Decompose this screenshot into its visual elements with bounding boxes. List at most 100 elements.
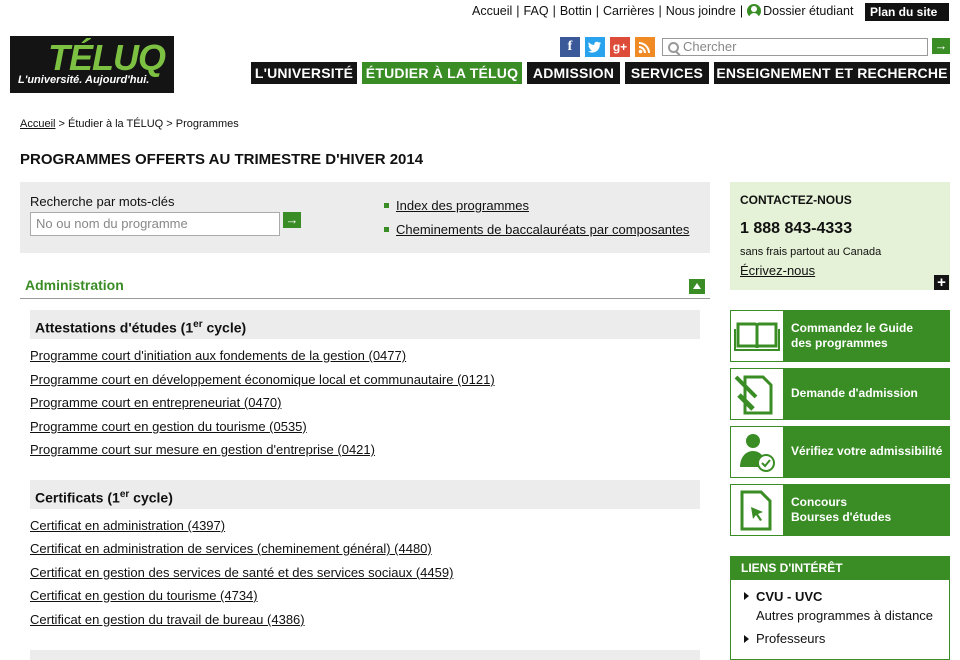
contact-note: sans frais partout au Canada (740, 246, 882, 258)
program-search-input[interactable]: No ou nom du programme (30, 212, 280, 236)
separator: | (552, 4, 556, 18)
group-heading-partial (30, 650, 700, 660)
util-link-accueil[interactable]: Accueil (472, 4, 512, 18)
rss-glyph (638, 42, 650, 54)
google-plus-icon[interactable]: g+ (610, 37, 630, 57)
breadcrumb-etudier[interactable]: Étudier à la TÉLUQ (68, 118, 163, 130)
tile-icon-box (731, 369, 783, 419)
nav-services[interactable]: SERVICES (625, 62, 709, 84)
tile-icon-box (731, 311, 783, 361)
program-search-placeholder: No ou nom du programme (36, 216, 188, 231)
keyword-search-label: Recherche par mots-clés (30, 194, 175, 209)
tile-icon-box (731, 485, 783, 535)
rss-icon[interactable] (635, 37, 655, 57)
logo-name: TÉLUQ (48, 37, 166, 78)
ecrivez-nous-link[interactable]: Écrivez-nous (740, 263, 815, 278)
separator: | (658, 4, 662, 18)
group-title: Certificats (1 (35, 489, 120, 506)
group-heading-attestations: Attestations d'études (1er cycle) (30, 310, 700, 339)
separator: | (739, 4, 744, 18)
user-icon (747, 4, 762, 18)
triangle-right-icon (744, 592, 749, 600)
lien-title[interactable]: Professeurs (756, 631, 825, 646)
bullet-icon (384, 227, 389, 232)
contact-phone[interactable]: 1 888 843-4333 (740, 220, 852, 238)
tile-line1: Concours (791, 495, 848, 509)
program-search-submit-arrow-icon[interactable]: → (283, 212, 301, 228)
nav-etudier-teluq[interactable]: ÉTUDIER À LA TÉLUQ (362, 62, 522, 84)
breadcrumb-current: Programmes (175, 118, 239, 130)
plan-du-site-label: Plan du site (870, 5, 938, 19)
search-submit-arrow-icon[interactable]: → (932, 38, 950, 54)
utility-nav: Accueil | FAQ | Bottin | Carrières | Nous joindr… (472, 4, 853, 18)
facebook-icon[interactable]: f (560, 37, 580, 57)
program-link[interactable]: Certificat en gestion du tourisme (4734) (30, 588, 258, 603)
tile-icon-box (731, 427, 783, 477)
site-search-input[interactable]: Chercher (662, 38, 928, 56)
program-link[interactable]: Certificat en administration de services… (30, 541, 432, 556)
program-link[interactable]: Programme court en gestion du tourisme (… (30, 419, 307, 434)
section-divider (20, 298, 710, 299)
document-cursor-icon (740, 490, 772, 531)
program-link[interactable]: Programme court sur mesure en gestion d'… (30, 442, 375, 457)
program-link[interactable]: Programme court en développement économi… (30, 372, 495, 387)
tile-demande-admission[interactable]: Demande d'admission (730, 368, 950, 420)
contact-heading: CONTACTEZ-NOUS (740, 193, 852, 207)
group-title-sup: er (119, 489, 130, 500)
twitter-icon[interactable] (585, 37, 605, 57)
nav-enseignement-recherche[interactable]: ENSEIGNEMENT ET RECHERCHE (714, 62, 950, 84)
program-link[interactable]: Programme court en entrepreneuriat (0470… (30, 395, 281, 410)
plan-du-site-button[interactable]: Plan du site (865, 3, 949, 32)
bullet-icon (384, 203, 389, 208)
tile-line1: Vérifiez votre admissibilité (791, 444, 943, 458)
tile-line1: Demande d'admission (791, 386, 918, 400)
util-link-carrieres[interactable]: Carrières (603, 4, 654, 18)
group-title: Attestations d'études (1 (35, 319, 194, 336)
tile-line2: Bourses d'études (791, 510, 892, 524)
breadcrumb-accueil[interactable]: Accueil (20, 118, 55, 130)
separator: | (516, 4, 520, 18)
search-icon (668, 42, 679, 53)
breadcrumb: Accueil > Étudier à la TÉLUQ > Programme… (20, 118, 239, 130)
collapse-arrow-icon[interactable] (689, 279, 705, 294)
util-link-bottin[interactable]: Bottin (560, 4, 592, 18)
util-link-faq[interactable]: FAQ (524, 4, 549, 18)
program-link[interactable]: Certificat en administration (4397) (30, 518, 225, 533)
form-pencil-icon (734, 375, 773, 415)
search-placeholder: Chercher (683, 39, 737, 54)
program-link[interactable]: Certificat en gestion du travail de bure… (30, 612, 305, 627)
triangle-right-icon (744, 635, 749, 643)
lien-subtitle[interactable]: Autres programmes à distance (756, 608, 933, 623)
tile-verifiez-admissibilite[interactable]: Vérifiez votre admissibilité (730, 426, 950, 478)
util-link-nous-joindre[interactable]: Nous joindre (666, 4, 736, 18)
program-link[interactable]: Programme court d'initiation aux fondeme… (30, 348, 406, 363)
nav-universite[interactable]: L'UNIVERSITÉ (251, 62, 357, 84)
program-link[interactable]: Certificat en gestion des services de sa… (30, 565, 453, 580)
breadcrumb-separator: > (58, 118, 65, 130)
logo-tagline: L'université. Aujourd'hui. (18, 74, 150, 86)
teluq-logo[interactable]: TÉLUQ L'université. Aujourd'hui. (10, 36, 174, 93)
expand-plus-icon[interactable]: + (934, 275, 949, 290)
nav-admission[interactable]: ADMISSION (527, 62, 620, 84)
book-icon (734, 322, 780, 351)
liens-interet-heading: LIENS D'INTÉRÊT (730, 556, 950, 580)
tile-line1: Commandez le Guide (791, 321, 914, 335)
util-link-dossier-etudiant[interactable]: Dossier étudiant (763, 4, 853, 18)
group-heading-certificats: Certificats (1er cycle) (30, 480, 700, 509)
cheminements-link[interactable]: Cheminements de baccalauréats par compos… (396, 222, 689, 237)
index-programmes-link[interactable]: Index des programmes (396, 198, 529, 213)
tile-concours-bourses[interactable]: Concours Bourses d'études (730, 484, 950, 536)
group-title-end: cycle) (129, 489, 173, 506)
tile-line2: des programmes (791, 336, 888, 350)
user-check-icon (740, 434, 775, 472)
separator: | (595, 4, 600, 18)
lien-title[interactable]: CVU - UVC (756, 589, 822, 604)
tile-guide-programmes[interactable]: Commandez le Guide des programmes (730, 310, 950, 362)
caret-down-icon (874, 27, 882, 32)
group-title-sup: er (193, 319, 203, 330)
page-title: PROGRAMMES OFFERTS AU TRIMESTRE D'HIVER … (20, 151, 424, 168)
twitter-bird-glyph (588, 41, 601, 53)
contact-box: CONTACTEZ-NOUS 1 888 843-4333 sans frais… (730, 182, 950, 290)
section-title-administration[interactable]: Administration (25, 277, 124, 293)
group-title-end: cycle) (202, 319, 247, 336)
